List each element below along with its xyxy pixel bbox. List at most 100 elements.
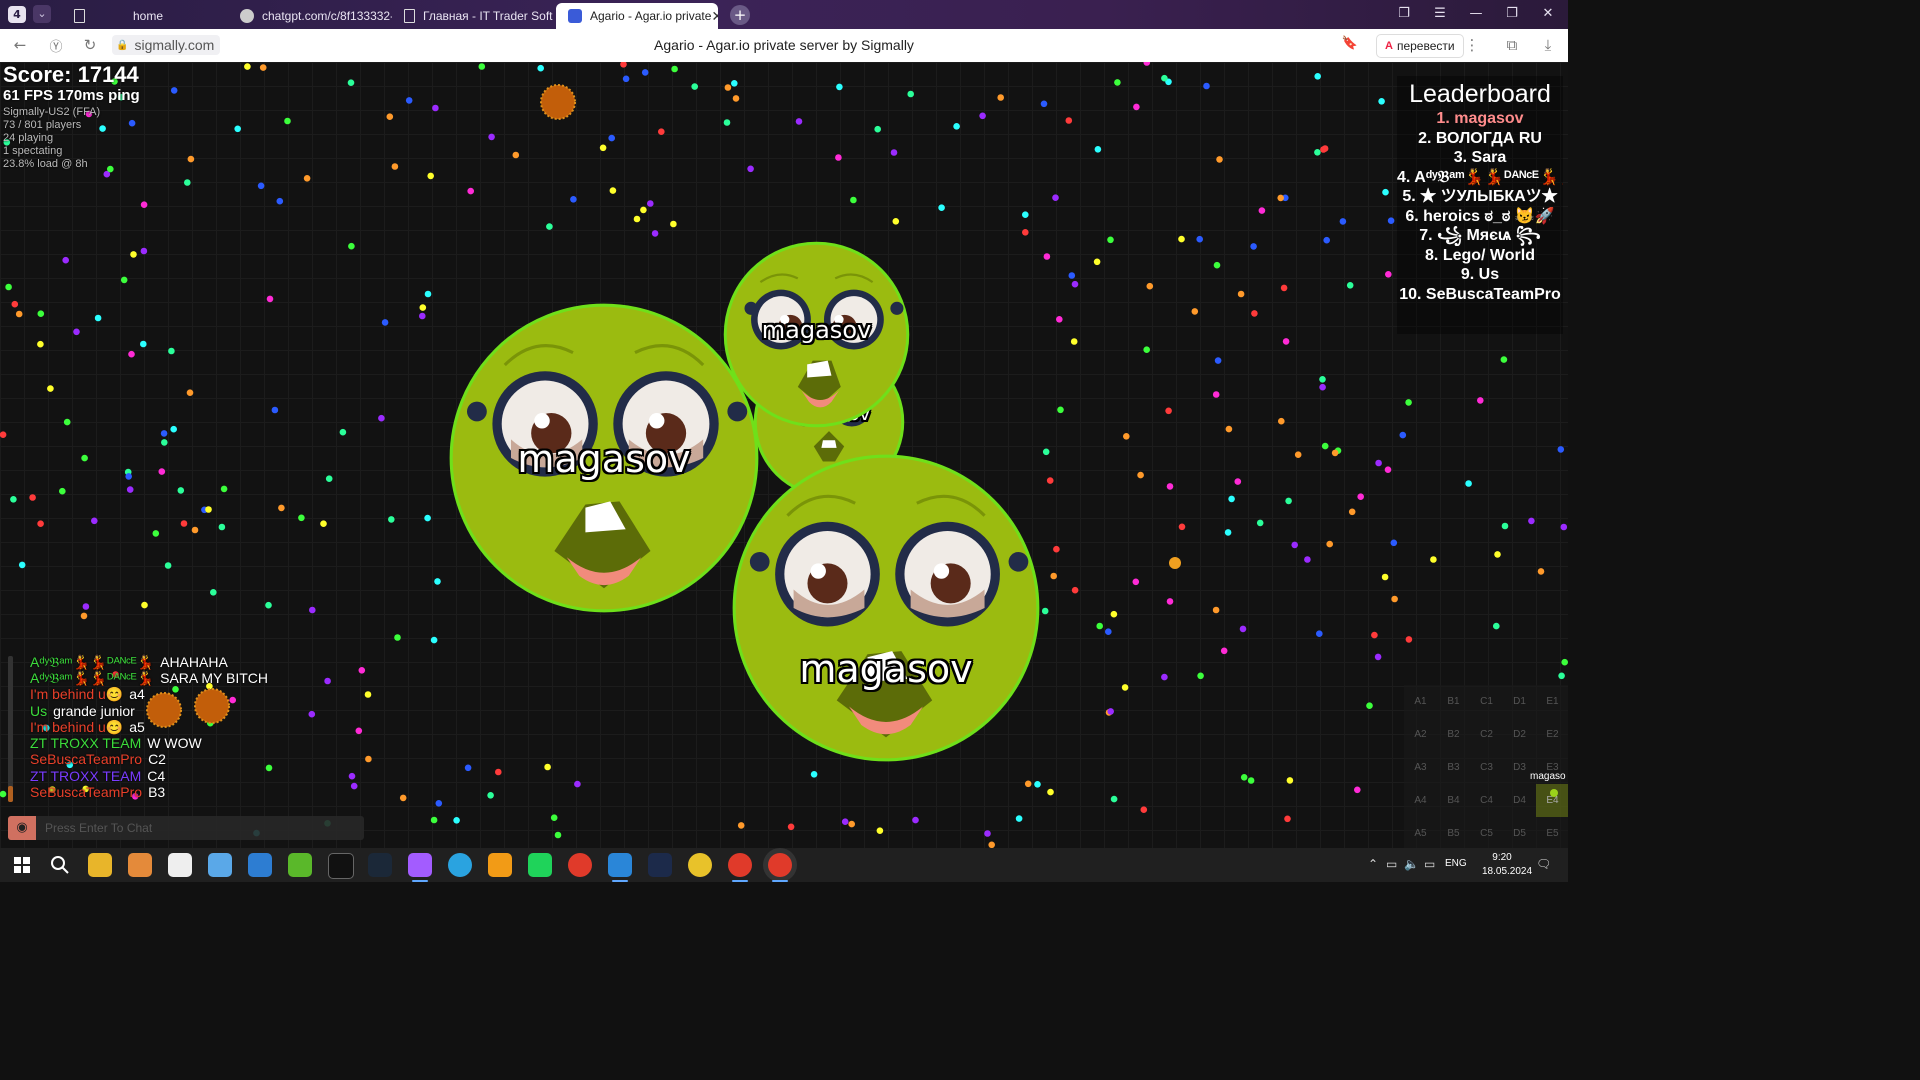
new-tab-button[interactable]: +: [730, 5, 750, 25]
bluestacks-icon[interactable]: [288, 853, 312, 877]
yandex-browser-icon[interactable]: [728, 853, 752, 882]
chat-text: a5: [129, 719, 145, 735]
translate-icon: A: [1385, 40, 1393, 52]
food-pellet: [599, 144, 607, 152]
food-pellet: [658, 128, 665, 135]
food-pellet: [276, 197, 284, 205]
yandex-icon[interactable]: Ⓨ: [46, 36, 66, 55]
food-pellet: [170, 87, 178, 94]
food-pellet: [795, 118, 803, 125]
food-pellet: [1216, 156, 1223, 163]
yandex-icon[interactable]: [568, 853, 592, 877]
download-icon[interactable]: ⤓: [1538, 36, 1558, 54]
telegram-icon[interactable]: [448, 853, 472, 877]
notepad-icon[interactable]: [128, 853, 152, 877]
more-options-icon[interactable]: ⋮: [1462, 36, 1482, 54]
eye-icon[interactable]: ◉: [8, 816, 36, 840]
minimap-sector: E5: [1546, 828, 1559, 839]
food-pellet: [348, 242, 355, 250]
food-pellet: [1121, 684, 1129, 691]
url-field[interactable]: 🔒 sigmally.com: [112, 35, 221, 55]
food-pellet: [419, 312, 426, 320]
food-pellet: [432, 104, 439, 112]
yandex-browser-icon[interactable]: [768, 853, 792, 882]
language-indicator[interactable]: ENG: [1445, 858, 1467, 869]
food-pellet: [608, 134, 615, 142]
windows-start-icon[interactable]: [10, 853, 34, 877]
tab-chatgpt[interactable]: chatgpt.com/c/8f133332-: [228, 3, 392, 29]
tab-agario[interactable]: Agario - Agar.io private ✕: [556, 3, 718, 29]
sublime-text-icon[interactable]: [488, 853, 512, 877]
food-pellet: [1143, 346, 1150, 354]
tab-list-menu-icon[interactable]: ⌄: [33, 5, 51, 23]
leaderboard-entry: 9. Us: [1460, 266, 1500, 283]
minimize-icon[interactable]: —: [1466, 6, 1486, 21]
food-pellet: [1114, 79, 1121, 86]
game-canvas[interactable]: magasov magasov magasov Score: 17144 61 …: [0, 62, 1568, 848]
food-pellet: [1528, 517, 1535, 525]
food-pellet: [1123, 433, 1130, 440]
food-pellet: [435, 800, 443, 807]
food-pellet: [1316, 630, 1323, 637]
food-pellet: [1560, 523, 1568, 531]
chat-scrollbar-thumb[interactable]: [8, 786, 13, 802]
reload-icon[interactable]: ↻: [80, 36, 100, 54]
vscode-icon[interactable]: [608, 853, 632, 882]
food-pellet: [1375, 459, 1382, 467]
food-pellet: [671, 65, 678, 73]
chat-author: Aᵈʸ𝔅ᵃᵐ💃💃ᴰᴬᴺᶜᴱ💃: [30, 654, 155, 670]
notifications-icon[interactable]: 🗨: [1536, 857, 1551, 871]
pycharm-icon[interactable]: [528, 853, 552, 877]
tab-it-trader[interactable]: Главная - IT Trader Soft: [392, 3, 556, 29]
food-pellet: [29, 494, 36, 501]
figma-icon[interactable]: [408, 853, 432, 882]
food-pellet: [453, 817, 460, 824]
food-pellet: [1057, 406, 1064, 414]
food-pellet: [1384, 466, 1392, 474]
food-pellet: [130, 251, 137, 258]
close-window-icon[interactable]: ✕: [1538, 6, 1558, 21]
show-hidden-icons[interactable]: ⌃: [1368, 857, 1378, 871]
collections-icon[interactable]: ⧉: [1502, 36, 1522, 54]
food-pellet: [544, 763, 551, 771]
minimap-sector: C1: [1480, 696, 1493, 707]
food-pellet: [1022, 211, 1029, 218]
chat-text: C4: [147, 768, 166, 784]
food-pellet: [1256, 519, 1264, 527]
tab-count-badge[interactable]: 4: [8, 6, 26, 23]
food-pellet: [1346, 282, 1354, 289]
chrome-icon[interactable]: [688, 853, 712, 877]
tab-home[interactable]: home: [62, 3, 228, 29]
display-icon[interactable]: ▭: [1386, 857, 1397, 871]
food-pellet: [1107, 708, 1114, 715]
terminal-icon[interactable]: [328, 853, 354, 879]
back-arrow-icon[interactable]: ←: [10, 36, 30, 54]
food-pellet: [347, 79, 355, 86]
chat-scrollbar[interactable]: [8, 656, 13, 802]
shield-icon[interactable]: [248, 853, 272, 877]
close-tab-icon[interactable]: ✕: [711, 8, 718, 25]
file-explorer-icon[interactable]: [88, 853, 112, 877]
tab-label: chatgpt.com/c/8f133332-: [262, 9, 392, 23]
collections-icon[interactable]: ❐: [1394, 6, 1414, 21]
chat-input[interactable]: ◉ Press Enter To Chat: [8, 816, 364, 840]
chat-message: I'm behind u😊 a4: [30, 686, 145, 702]
search-icon[interactable]: [48, 853, 72, 877]
clock[interactable]: 9:20 18.05.2024: [1482, 851, 1532, 879]
steam-icon[interactable]: [368, 853, 392, 877]
network-icon[interactable]: ▭: [1424, 857, 1435, 871]
restore-icon[interactable]: ❐: [1502, 6, 1522, 21]
minimap-sector: A4: [1414, 795, 1427, 806]
chat-text: SARA MY BITCH: [160, 670, 268, 686]
food-pellet: [1137, 471, 1144, 479]
food-pellet: [278, 504, 285, 512]
food-pellet: [1212, 391, 1220, 398]
app-icon[interactable]: [208, 853, 232, 877]
food-pellet: [1056, 316, 1063, 323]
volume-icon[interactable]: 🔈: [1404, 857, 1419, 871]
menu-icon[interactable]: ☰: [1430, 6, 1450, 21]
webstorm-icon[interactable]: [648, 853, 672, 877]
translate-button[interactable]: A перевести: [1376, 34, 1464, 58]
app-icon[interactable]: [168, 853, 192, 877]
bookmark-icon[interactable]: 🔖: [1340, 36, 1360, 51]
